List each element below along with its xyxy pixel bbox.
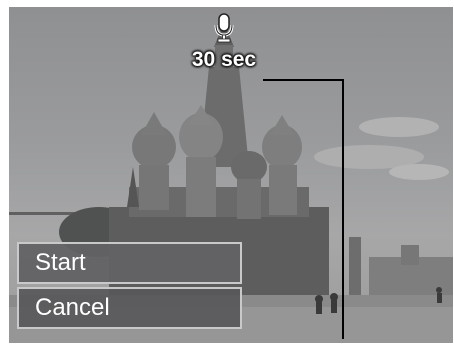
- callout-line-horizontal: [263, 79, 344, 81]
- voice-memo-menu: Start Cancel: [17, 242, 242, 332]
- microphone-icon: [214, 13, 234, 43]
- camera-preview-screen: 30 sec Start Cancel: [9, 7, 453, 343]
- menu-item-start[interactable]: Start: [17, 242, 242, 284]
- callout-line-vertical: [342, 79, 344, 339]
- menu-item-cancel[interactable]: Cancel: [17, 287, 242, 329]
- recording-duration: 30 sec: [191, 48, 257, 71]
